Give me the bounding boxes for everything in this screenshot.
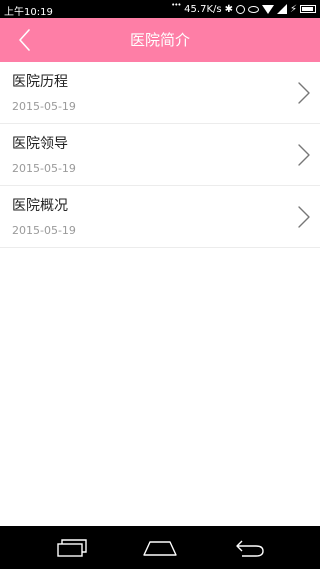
- page-title: 医院简介: [129, 31, 190, 49]
- list-item-title: 医院领导: [12, 136, 68, 152]
- home-button[interactable]: [140, 534, 180, 562]
- back-button[interactable]: [10, 25, 40, 55]
- eye-icon: [247, 5, 259, 13]
- app-header: 医院简介: [0, 18, 320, 62]
- back-arrow-icon: [236, 540, 264, 557]
- wifi-icon: [261, 4, 274, 14]
- status-icons: 45.7K/s ✱ ⚡: [171, 1, 316, 16]
- list-item[interactable]: 医院概况 2015-05-19: [0, 186, 320, 248]
- content-list: 医院历程 2015-05-19 医院领导 2015-05-19 医院概况 201…: [0, 62, 320, 248]
- bluetooth-icon: ✱: [224, 3, 233, 15]
- list-item[interactable]: 医院历程 2015-05-19: [0, 62, 320, 124]
- list-item[interactable]: 医院领导 2015-05-19: [0, 124, 320, 186]
- system-back-button[interactable]: [228, 534, 268, 562]
- recent-apps-button[interactable]: [52, 534, 92, 562]
- chevron-right-icon: [298, 82, 310, 104]
- list-item-date: 2015-05-19: [12, 100, 76, 113]
- list-item-title: 医院概况: [12, 198, 68, 214]
- chevron-right-icon: [298, 144, 310, 166]
- list-item-title: 医院历程: [12, 74, 68, 90]
- status-bar: 上午10:19 45.7K/s ✱ ⚡: [0, 0, 320, 18]
- alarm-icon: [235, 4, 245, 14]
- home-icon: [143, 541, 177, 556]
- recent-apps-icon: [57, 539, 87, 557]
- chevron-left-icon: [19, 29, 30, 51]
- chevron-right-icon: [298, 206, 310, 228]
- notification-dots-icon: [171, 1, 181, 11]
- battery-icon: [300, 5, 316, 13]
- signal-icon: [276, 4, 287, 14]
- list-item-date: 2015-05-19: [12, 162, 76, 175]
- charging-icon: ⚡: [289, 3, 297, 15]
- system-nav-bar: [0, 526, 320, 569]
- list-item-date: 2015-05-19: [12, 224, 76, 237]
- network-speed: 45.7K/s: [184, 3, 222, 15]
- status-time: 上午10:19: [4, 7, 53, 18]
